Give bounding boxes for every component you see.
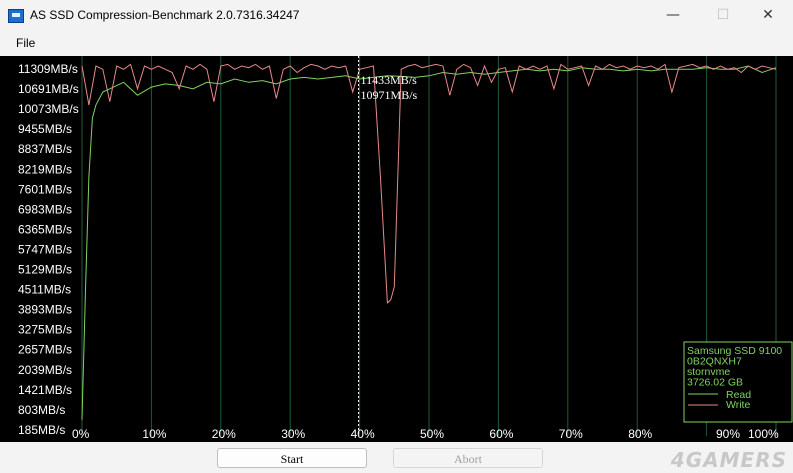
y-tick-label: 9455MB/s — [18, 122, 72, 136]
y-tick-label: 2657MB/s — [18, 343, 72, 357]
y-tick-label: 6983MB/s — [18, 202, 72, 216]
minimize-button[interactable]: — — [650, 0, 696, 30]
x-tick-label: 90% — [716, 427, 740, 441]
x-tick-label: 10% — [142, 427, 166, 441]
maximize-icon: ☐ — [716, 7, 730, 23]
chart-svg: 11309MB/s 10691MB/s 10073MB/s 9455MB/s 8837M… — [18, 56, 793, 441]
cursor-write-value: 10971MB/s — [361, 88, 418, 102]
maximize-button: ☐ — [700, 0, 746, 30]
x-tick-label: 60% — [489, 427, 513, 441]
start-button[interactable]: Start — [217, 448, 367, 468]
y-tick-label: 1421MB/s — [18, 383, 72, 397]
y-tick-label: 11309MB/s — [18, 62, 78, 76]
abort-button: Abort — [393, 448, 543, 468]
y-tick-label: 4511MB/s — [18, 283, 71, 297]
close-icon: ✕ — [762, 7, 774, 23]
y-tick-label: 5747MB/s — [18, 242, 72, 256]
y-tick-label: 10073MB/s — [18, 102, 79, 116]
legend-size: 3726.02 GB — [687, 377, 743, 389]
app-icon — [8, 9, 24, 23]
y-tick-label: 803MB/s — [18, 403, 65, 417]
y-tick-label: 3893MB/s — [18, 303, 72, 317]
y-tick-label: 5129MB/s — [18, 263, 72, 277]
menu-bar: File — [0, 30, 793, 54]
y-tick-label: 185MB/s — [18, 423, 65, 437]
y-tick-label: 8219MB/s — [18, 162, 72, 176]
watermark: 4GAMERS — [670, 448, 787, 472]
x-tick-label: 80% — [628, 427, 652, 441]
y-tick-label: 10691MB/s — [18, 82, 79, 96]
x-tick-label: 100% — [748, 427, 779, 441]
x-tick-label: 50% — [420, 427, 444, 441]
menu-file[interactable]: File — [16, 36, 35, 50]
x-tick-label: 0% — [72, 427, 90, 441]
close-button[interactable]: ✕ — [745, 0, 791, 30]
minimize-icon: — — [666, 7, 680, 23]
x-tick-label: 20% — [212, 427, 236, 441]
x-tick-label: 40% — [351, 427, 375, 441]
y-tick-label: 3275MB/s — [18, 323, 72, 337]
x-tick-label: 30% — [281, 427, 305, 441]
y-tick-label: 8837MB/s — [18, 142, 72, 156]
y-tick-label: 7601MB/s — [18, 182, 72, 196]
cursor-read-value: 11433MB/s — [361, 73, 418, 87]
y-tick-label: 2039MB/s — [18, 363, 72, 377]
title-bar: AS SSD Compression-Benchmark 2.0.7316.34… — [0, 0, 793, 30]
x-tick-label: 70% — [559, 427, 583, 441]
legend-write-label: Write — [726, 399, 750, 411]
window-title: AS SSD Compression-Benchmark 2.0.7316.34… — [30, 8, 300, 22]
y-tick-label: 6365MB/s — [18, 222, 72, 236]
benchmark-chart: 11309MB/s 10691MB/s 10073MB/s 9455MB/s 8837M… — [0, 56, 793, 442]
